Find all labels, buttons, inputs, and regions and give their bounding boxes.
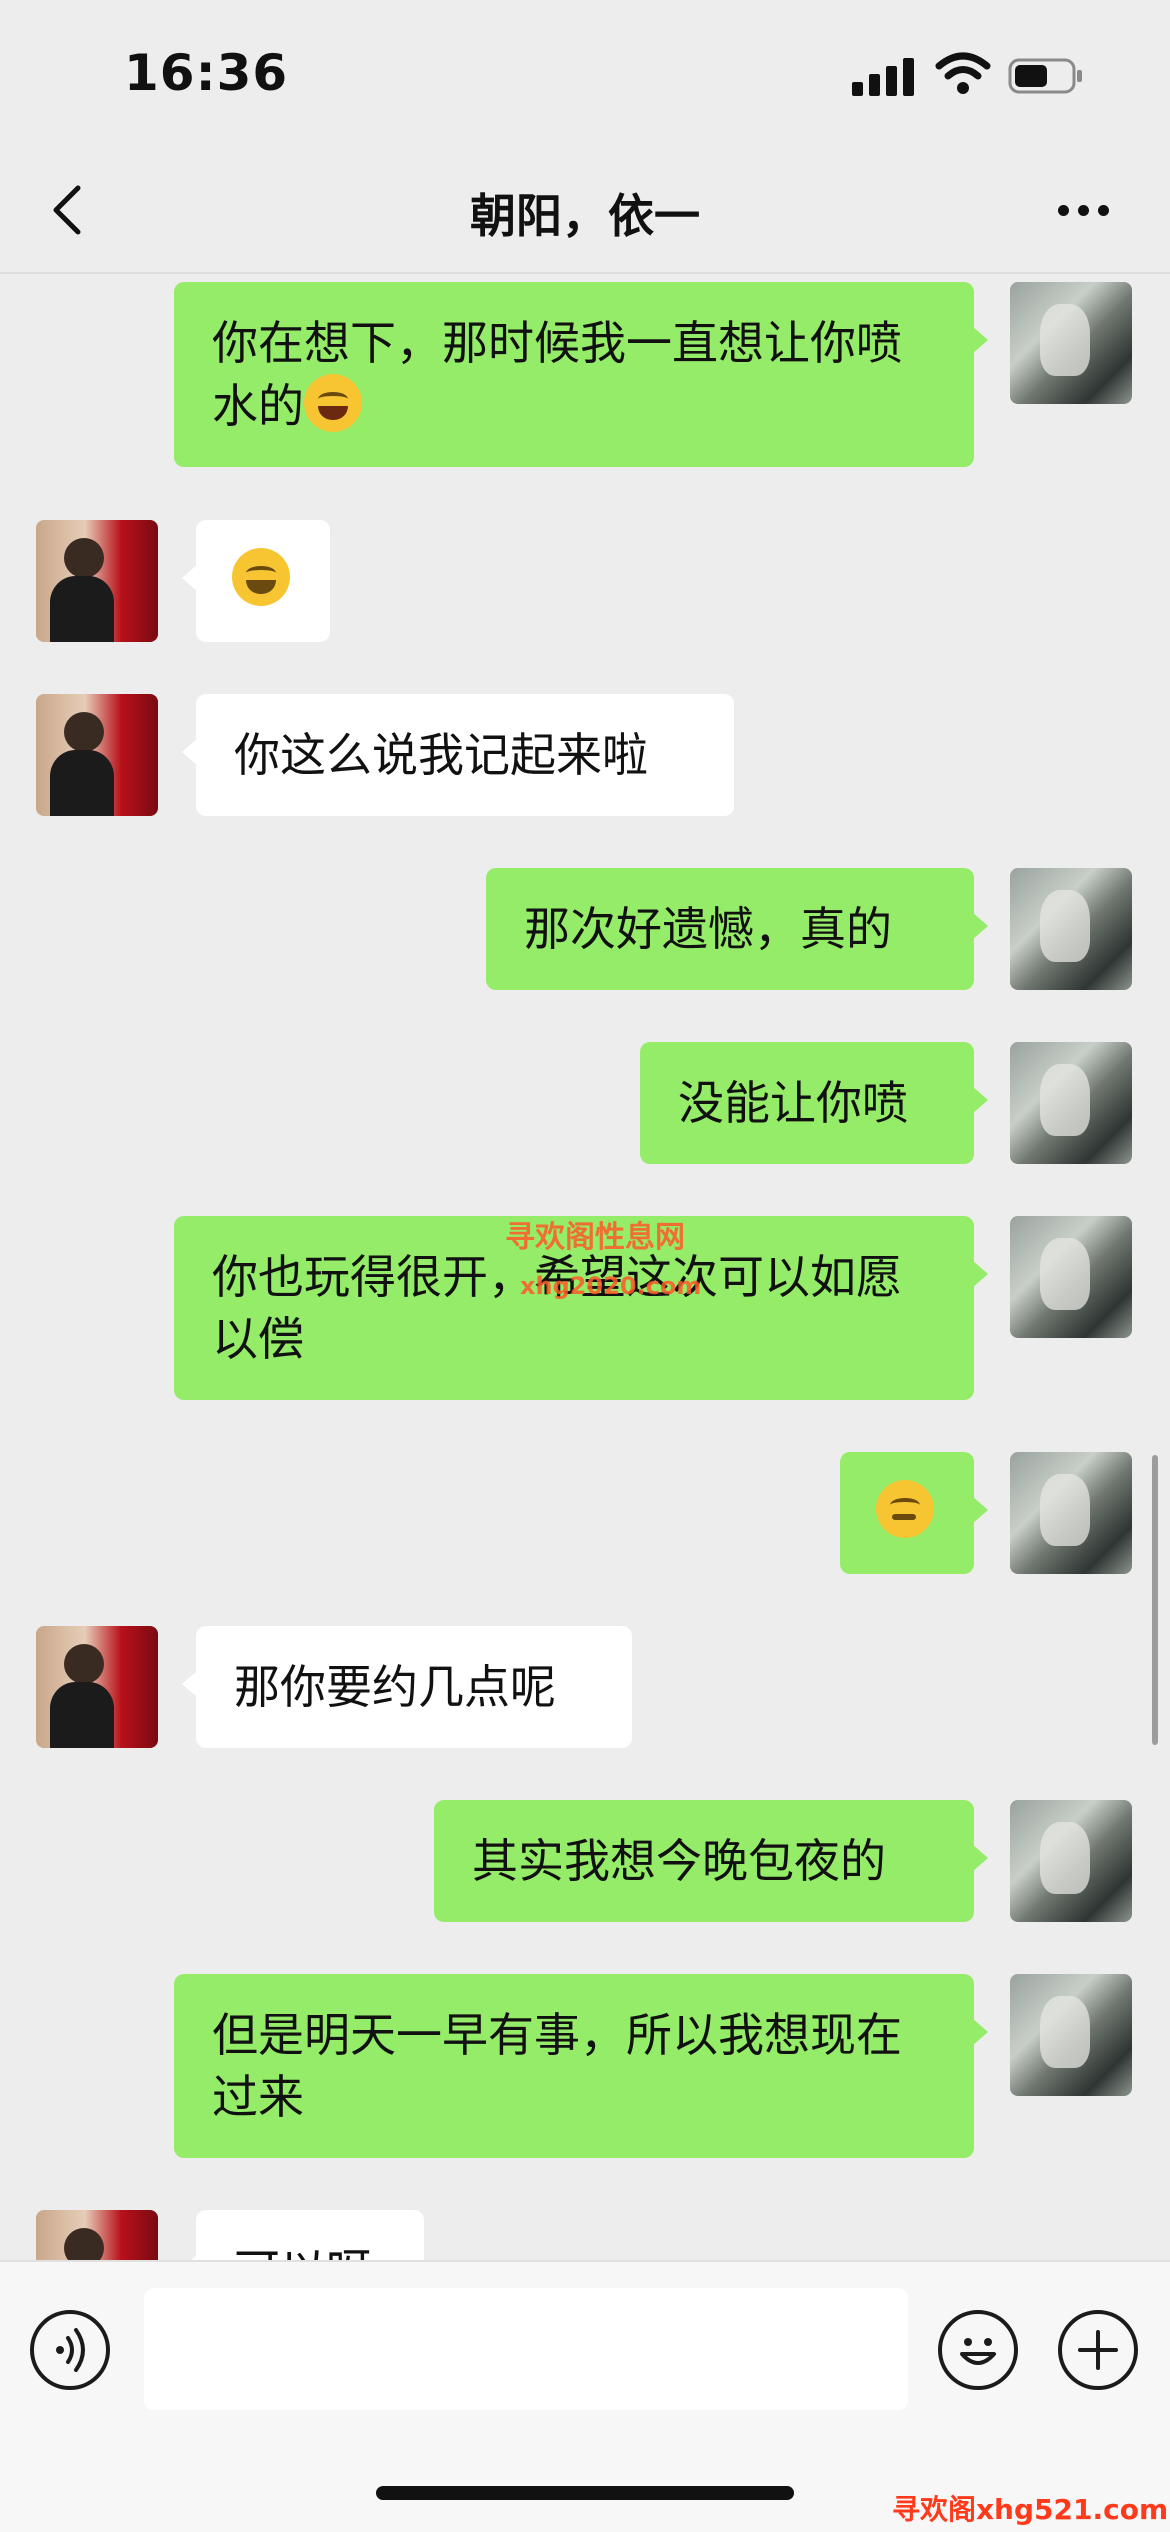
message-bubble[interactable]: 你在想下，那时候我一直想让你喷水的 (174, 282, 988, 467)
message-bubble[interactable]: 那你要约几点呢 (182, 1626, 632, 1748)
battery-icon (1008, 58, 1082, 94)
message-bubble[interactable] (840, 1452, 988, 1574)
message-text: 你这么说我记起来啦 (234, 728, 648, 782)
message-text: 其实我想今晚包夜的 (472, 1834, 886, 1888)
my-avatar[interactable] (1010, 1452, 1132, 1574)
message-text: 没能让你喷 (678, 1076, 908, 1130)
watermark-text: 寻欢阁性息网 (505, 1220, 685, 1255)
status-time: 16:36 (124, 44, 289, 102)
message-list[interactable]: 你在想下，那时候我一直想让你喷水的 你这么说我记起来啦 那次好遗憾，真的 没能让… (0, 274, 1170, 2260)
message-input[interactable] (144, 2288, 908, 2410)
message-text: 那次好遗憾，真的 (524, 902, 892, 956)
corner-watermark: 寻欢阁xhg521.com (892, 2493, 1169, 2526)
chat-title: 朝阳，依一 (470, 189, 700, 243)
message-text: 但是明天一早有事，所以我想现在过来 (212, 2008, 902, 2124)
emoji-button[interactable] (938, 2310, 1018, 2390)
contact-avatar[interactable] (36, 1626, 158, 1748)
status-bar: 16:36 (0, 0, 1170, 150)
voice-wave-icon (56, 2328, 85, 2372)
chat-screen: 16:36 朝阳，依一 你在想下，那时候我一直想让你喷水的 你这么说我记起来啦 … (0, 0, 1170, 2532)
message-text: 可以呀 (234, 2244, 372, 2260)
home-indicator[interactable] (376, 2486, 794, 2500)
my-avatar[interactable] (1010, 282, 1132, 404)
contact-avatar[interactable] (36, 520, 158, 642)
plus-icon (1078, 2330, 1118, 2370)
watermark-url: xhg2020.com (520, 1272, 702, 1300)
message-bubble[interactable]: 没能让你喷 (640, 1042, 988, 1164)
my-avatar[interactable] (1010, 868, 1132, 990)
hand-over-mouth-emoji-icon (876, 1480, 934, 1538)
message-bubble[interactable]: 但是明天一早有事，所以我想现在过来 (174, 1974, 988, 2158)
cellular-signal-icon (852, 56, 916, 96)
wifi-icon (935, 52, 991, 94)
message-text: 你也玩得很开，希望这次可以如愿以偿 (212, 1250, 902, 1366)
crying-laughing-emoji-icon (304, 374, 362, 432)
more-functions-button[interactable] (1058, 2310, 1138, 2390)
contact-avatar[interactable] (36, 2210, 158, 2260)
voice-input-button[interactable] (30, 2310, 110, 2390)
message-text: 那你要约几点呢 (234, 1660, 556, 1714)
message-bubble[interactable] (182, 520, 330, 642)
message-bubble[interactable]: 其实我想今晚包夜的 (434, 1800, 988, 1922)
scrollbar[interactable] (1152, 1455, 1158, 1745)
laughing-tears-emoji-icon (232, 548, 290, 606)
my-avatar[interactable] (1010, 1974, 1132, 2096)
message-bubble[interactable]: 可以呀 (182, 2210, 424, 2260)
smiley-face-icon (960, 2338, 996, 2365)
message-bubble[interactable]: 你这么说我记起来啦 (182, 694, 734, 816)
my-avatar[interactable] (1010, 1216, 1132, 1338)
more-dots-icon[interactable] (1054, 200, 1114, 220)
my-avatar[interactable] (1010, 1042, 1132, 1164)
message-bubble[interactable]: 那次好遗憾，真的 (486, 868, 988, 990)
nav-bar: 朝阳，依一 (0, 150, 1170, 274)
my-avatar[interactable] (1010, 1800, 1132, 1922)
contact-avatar[interactable] (36, 694, 158, 816)
